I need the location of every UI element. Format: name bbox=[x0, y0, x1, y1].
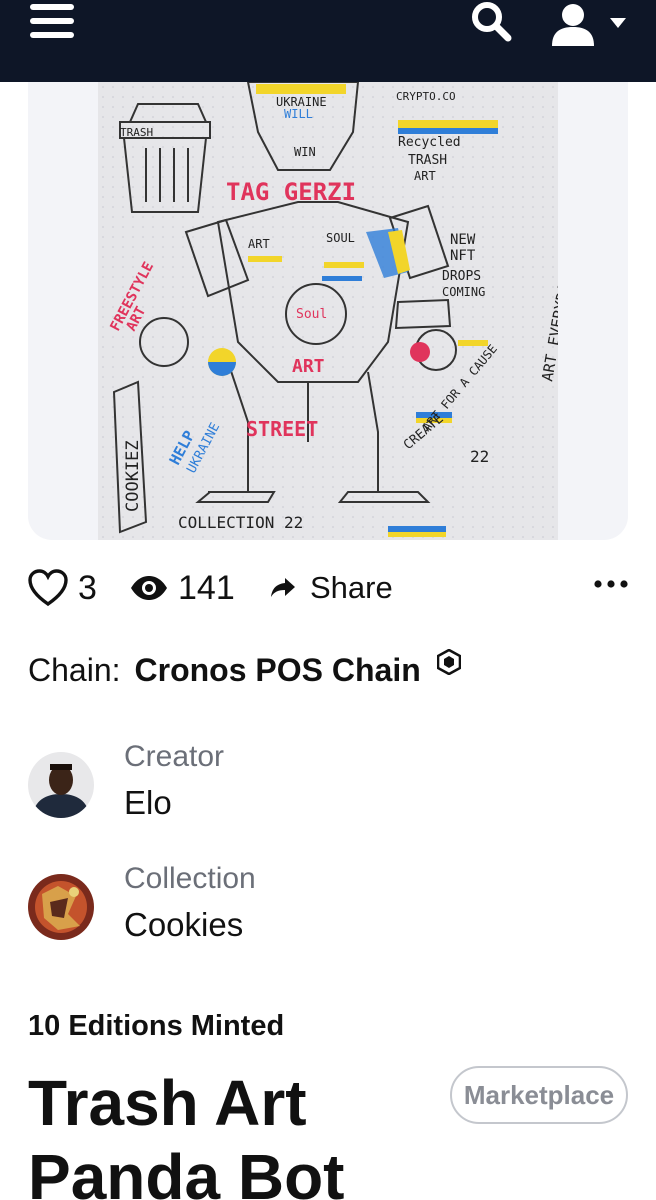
art-text-will: WILL bbox=[284, 107, 313, 121]
user-account-icon bbox=[552, 4, 594, 46]
art-text-collection: COLLECTION 22 bbox=[178, 513, 303, 532]
view-counter: 141 bbox=[130, 560, 235, 616]
top-navigation-bar bbox=[0, 0, 656, 82]
art-text-twenty-two: 22 bbox=[470, 447, 489, 466]
art-text-win: WIN bbox=[294, 145, 316, 159]
nft-artwork-frame: UKRAINE WILL WIN CRYPTO.CO TRASH Recycle… bbox=[28, 82, 628, 540]
eye-icon bbox=[131, 576, 167, 600]
view-count: 141 bbox=[178, 568, 235, 607]
art-text-trash-2: TRASH bbox=[408, 153, 447, 168]
art-text-soul-2: Soul bbox=[296, 307, 327, 322]
nft-artwork-image[interactable]: UKRAINE WILL WIN CRYPTO.CO TRASH Recycle… bbox=[98, 82, 558, 540]
caret-down-icon bbox=[610, 18, 626, 28]
search-icon[interactable] bbox=[468, 0, 516, 44]
creator-avatar[interactable] bbox=[28, 752, 94, 818]
art-text-nft: NFT bbox=[450, 248, 476, 264]
art-text-cookiez: COOKIEZ bbox=[123, 440, 143, 512]
share-label: Share bbox=[310, 570, 393, 605]
creator-label: Creator bbox=[124, 740, 225, 773]
user-account-menu[interactable] bbox=[548, 0, 630, 50]
art-text-recycled: Recycled bbox=[398, 135, 461, 150]
art-text-drops: DROPS bbox=[442, 269, 481, 284]
chain-value: Cronos POS Chain bbox=[134, 652, 421, 688]
hamburger-menu-icon[interactable] bbox=[30, 2, 78, 40]
art-text-art-label: ART bbox=[414, 169, 436, 183]
like-count: 3 bbox=[78, 568, 97, 607]
art-text-street: STREET bbox=[246, 417, 318, 441]
art-text-tag: TAG GERZI bbox=[226, 178, 356, 206]
creator-name[interactable]: Elo bbox=[124, 784, 172, 822]
art-text-new: NEW bbox=[450, 232, 476, 248]
like-button[interactable]: 3 bbox=[28, 560, 97, 616]
collection-label: Collection bbox=[124, 862, 256, 895]
art-text-coming: COMING bbox=[442, 285, 485, 299]
collection-row[interactable]: Collection Cookies bbox=[28, 862, 588, 962]
chain-label: Chain: bbox=[28, 652, 121, 688]
share-button[interactable]: Share bbox=[270, 560, 393, 616]
creator-row[interactable]: Creator Elo bbox=[28, 740, 588, 840]
engagement-stats-row: 3 141 Share bbox=[28, 560, 632, 616]
cronos-hexagon-icon bbox=[436, 648, 461, 675]
marketplace-button[interactable]: Marketplace bbox=[450, 1066, 628, 1124]
more-options-icon[interactable] bbox=[592, 574, 632, 594]
chain-info: Chain: Cronos POS Chain bbox=[28, 648, 461, 689]
art-text-art-4: ART bbox=[292, 356, 325, 377]
art-text-soul: SOUL bbox=[326, 231, 355, 245]
heart-icon bbox=[28, 569, 68, 607]
art-text-art-3: ART bbox=[248, 237, 270, 251]
collection-avatar[interactable] bbox=[28, 874, 94, 940]
art-text-trash: TRASH bbox=[120, 126, 153, 139]
collection-name[interactable]: Cookies bbox=[124, 906, 243, 944]
editions-minted: 10 Editions Minted bbox=[28, 1010, 285, 1042]
share-arrow-icon bbox=[271, 578, 295, 597]
nft-title: Trash Art Panda Bot bbox=[28, 1067, 345, 1200]
art-text-crypto: CRYPTO.CO bbox=[396, 90, 456, 103]
